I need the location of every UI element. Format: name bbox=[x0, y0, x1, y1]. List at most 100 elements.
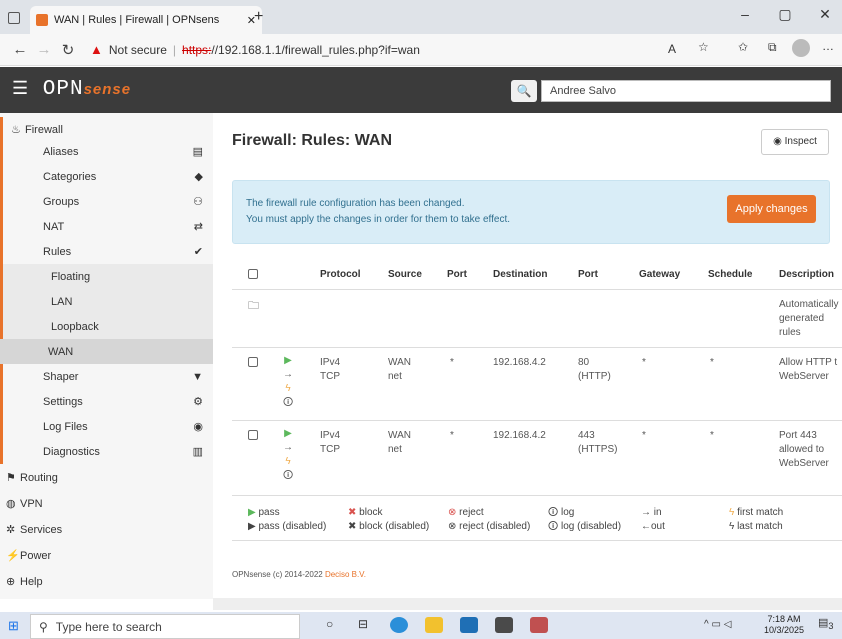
sidebar-item-floating[interactable]: Floating bbox=[0, 264, 213, 289]
folder-icon[interactable]: 🗀 bbox=[248, 297, 259, 316]
horizontal-scrollbar[interactable] bbox=[213, 598, 842, 610]
rule-destination: 192.168.4.2 bbox=[493, 357, 546, 368]
url-text: //192.168.1.1/firewall_rules.php?if=wan bbox=[211, 42, 420, 57]
sidebar-power[interactable]: ⚡ Power bbox=[0, 543, 213, 568]
browser-tab[interactable]: WAN | Rules | Firewall | OPNsens ✕ bbox=[30, 6, 262, 34]
close-window-icon[interactable]: ✕ bbox=[810, 6, 840, 23]
globe-icon: ◍ bbox=[6, 498, 16, 510]
legend-pass: ▶ pass bbox=[248, 507, 280, 518]
file-explorer-icon[interactable] bbox=[425, 617, 443, 633]
apply-changes-button[interactable]: Apply changes bbox=[727, 195, 816, 223]
sidebar-item-categories[interactable]: Categories ◆ bbox=[0, 164, 213, 189]
col-source[interactable]: Source bbox=[388, 269, 422, 280]
tray-icons[interactable]: ^ ▭ ◁ bbox=[704, 619, 731, 630]
clock[interactable]: 7:18 AM 10/3/2025 bbox=[764, 614, 804, 636]
app-icon[interactable] bbox=[530, 617, 548, 633]
collections-icon[interactable]: ⧉ bbox=[768, 40, 777, 55]
col-schedule[interactable]: Schedule bbox=[708, 269, 752, 280]
rule-description: Port 443 allowed to WebServer bbox=[779, 430, 829, 469]
sidebar-vpn[interactable]: ◍ VPN bbox=[0, 491, 213, 516]
eye-icon: ◉ bbox=[773, 136, 785, 147]
url-scheme: https: bbox=[182, 42, 212, 57]
cog-icon: ✲ bbox=[6, 524, 16, 536]
rule-status-icons[interactable]: ▶ → ϟ 🛈 bbox=[283, 354, 293, 410]
col-description[interactable]: Description bbox=[779, 269, 834, 280]
deciso-link[interactable]: Deciso B.V. bbox=[325, 570, 366, 579]
rule-gateway: * bbox=[642, 430, 646, 441]
plug-icon: ⚡ bbox=[6, 550, 20, 562]
last-match-icon: ϟ bbox=[729, 521, 735, 532]
store-icon[interactable] bbox=[460, 617, 478, 633]
sidebar-help[interactable]: ⊕ Help bbox=[0, 569, 213, 594]
search-icon[interactable]: 🔍 bbox=[511, 80, 537, 102]
legend-reject-disabled: ⊗ reject (disabled) bbox=[448, 521, 531, 532]
rule-protocol: IPv4 TCP bbox=[320, 430, 341, 455]
sidebar-item-rules[interactable]: Rules ✔ bbox=[0, 239, 213, 264]
sidebar-services[interactable]: ✲ Services bbox=[0, 517, 213, 542]
legend-block-disabled: ✖ block (disabled) bbox=[348, 521, 430, 532]
select-all-checkbox[interactable] bbox=[248, 269, 258, 279]
pass-icon: ▶ bbox=[248, 507, 256, 518]
read-aloud-icon[interactable]: A bbox=[668, 42, 676, 56]
task-view-icon[interactable]: ⊟ bbox=[358, 617, 368, 631]
warning-icon: ▲ bbox=[90, 42, 103, 57]
divider bbox=[232, 289, 842, 290]
col-dest-port[interactable]: Port bbox=[578, 269, 598, 280]
eye-icon: ◉ bbox=[193, 421, 203, 433]
sidebar-item-log-files[interactable]: Log Files ◉ bbox=[0, 414, 213, 439]
sidebar-item-shaper[interactable]: Shaper ▼ bbox=[0, 364, 213, 389]
url-field[interactable]: ▲ Not secure | https://192.168.1.1/firew… bbox=[90, 42, 420, 57]
sidebar-item-diagnostics[interactable]: Diagnostics ▥ bbox=[0, 439, 213, 464]
profile-avatar[interactable] bbox=[792, 39, 810, 57]
inspect-button[interactable]: ◉ Inspect bbox=[761, 129, 829, 155]
col-destination[interactable]: Destination bbox=[493, 269, 547, 280]
col-gateway[interactable]: Gateway bbox=[639, 269, 680, 280]
new-tab-icon[interactable]: + bbox=[254, 8, 263, 26]
log-icon: 🛈 bbox=[283, 470, 294, 481]
favorites-bar-icon[interactable]: ✩ bbox=[738, 40, 748, 54]
divider bbox=[232, 347, 842, 348]
sidebar-item-groups[interactable]: Groups ⚇ bbox=[0, 189, 213, 214]
opnsense-logo[interactable]: ☰ OPNsense bbox=[12, 78, 131, 101]
minimize-icon[interactable]: – bbox=[730, 6, 760, 22]
windows-start-icon[interactable]: ⊞ bbox=[8, 618, 19, 634]
medkit-icon: ▥ bbox=[192, 446, 203, 458]
notifications-icon[interactable]: ▤3 bbox=[818, 616, 834, 631]
refresh-icon[interactable]: ↻ bbox=[56, 41, 80, 59]
tab-actions-icon[interactable] bbox=[8, 12, 20, 24]
block-icon: ✖ bbox=[348, 507, 357, 518]
sidebar-item-wan[interactable]: WAN bbox=[0, 339, 213, 364]
legend-log-disabled: 🛈 log (disabled) bbox=[548, 521, 622, 532]
divider bbox=[232, 495, 842, 496]
cortana-icon[interactable]: ○ bbox=[326, 617, 333, 631]
edge-icon[interactable] bbox=[390, 617, 408, 633]
rule-dest-port: 443 (HTTPS) bbox=[578, 430, 618, 455]
favorite-icon[interactable]: ☆ bbox=[698, 40, 709, 54]
sidebar-item-aliases[interactable]: Aliases ▤ bbox=[0, 139, 213, 164]
sidebar-item-loopback[interactable]: Loopback bbox=[0, 314, 213, 339]
search-input[interactable] bbox=[541, 80, 831, 102]
rule-description: Allow HTTP t WebServer bbox=[779, 357, 838, 382]
sidebar-routing[interactable]: ⚑ Routing bbox=[0, 465, 213, 490]
rule-protocol: IPv4 TCP bbox=[320, 357, 341, 382]
log-disabled-icon: 🛈 bbox=[548, 521, 559, 532]
rule-checkbox[interactable] bbox=[248, 430, 258, 440]
fire-icon: ♨ bbox=[11, 124, 21, 136]
sidebar-item-lan[interactable]: LAN bbox=[0, 289, 213, 314]
tag-icon: ◆ bbox=[194, 171, 203, 183]
sidebar-item-settings[interactable]: Settings ⚙ bbox=[0, 389, 213, 414]
rule-status-icons[interactable]: ▶ → ϟ 🛈 bbox=[283, 427, 293, 483]
legend-first-match: ϟ first match bbox=[729, 507, 784, 518]
cogs-icon: ⚙ bbox=[193, 396, 203, 408]
rule-checkbox[interactable] bbox=[248, 357, 258, 367]
taskbar-search[interactable]: ⚲ Type here to search bbox=[30, 614, 300, 639]
col-protocol[interactable]: Protocol bbox=[320, 269, 361, 280]
sidebar-item-nat[interactable]: NAT ⇄ bbox=[0, 214, 213, 239]
terminal-icon[interactable] bbox=[495, 617, 513, 633]
more-icon[interactable]: … bbox=[822, 39, 834, 53]
restore-icon[interactable]: ▢ bbox=[770, 6, 800, 23]
reject-disabled-icon: ⊗ bbox=[448, 521, 457, 532]
back-icon[interactable]: ← bbox=[8, 41, 32, 58]
col-source-port[interactable]: Port bbox=[447, 269, 467, 280]
forward-icon[interactable]: → bbox=[32, 41, 56, 58]
